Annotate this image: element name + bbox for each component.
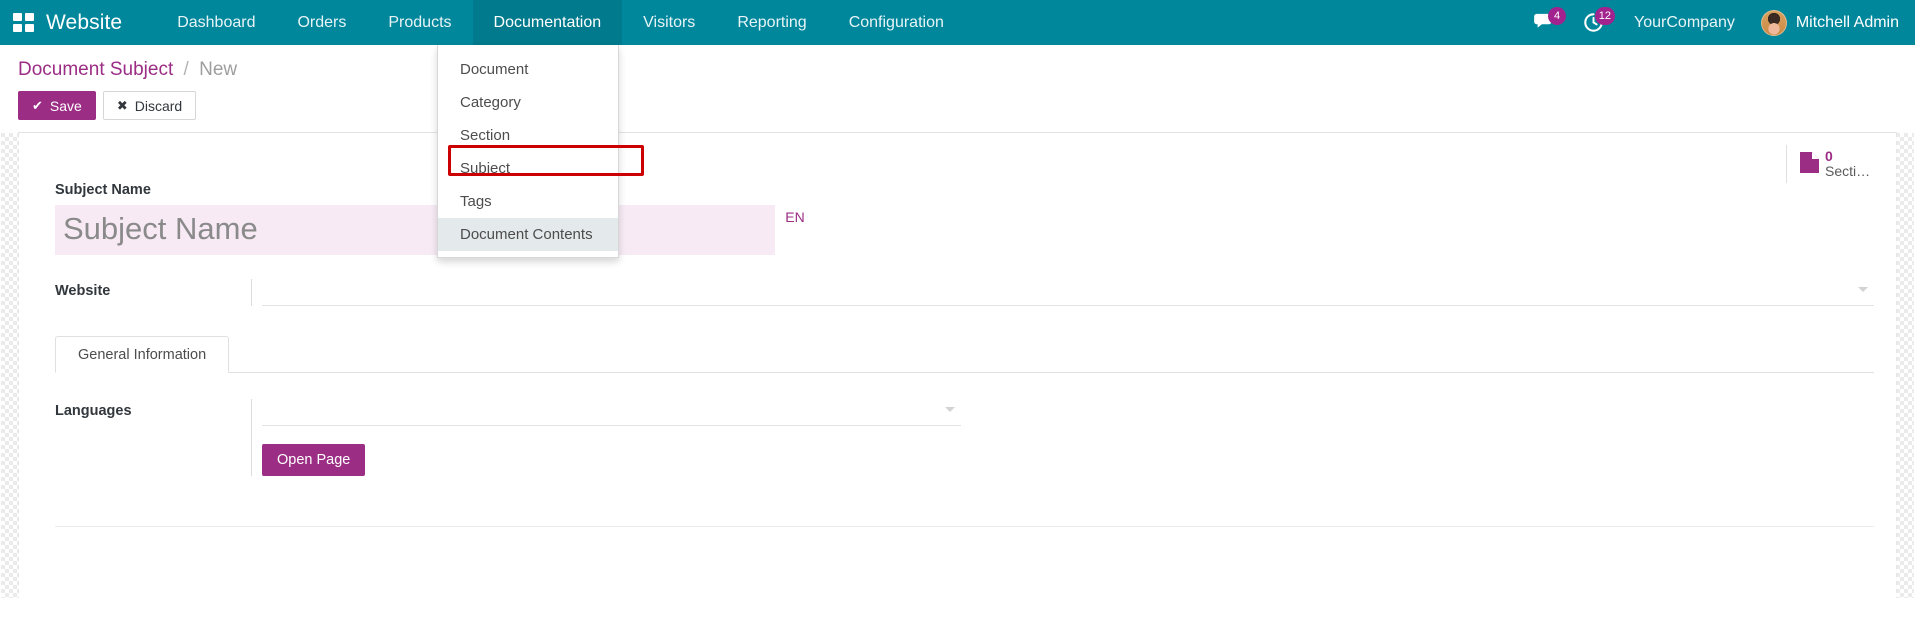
menu-item-dashboard[interactable]: Dashboard [156,0,276,45]
form-sheet: 0 Sectio... Subject Name EN Website Gene… [18,132,1897,598]
website-input[interactable] [262,279,1874,306]
open-page-button[interactable]: Open Page [262,444,365,476]
messaging-menu-button[interactable]: 4 [1520,0,1569,45]
grid-apps-icon [13,13,34,32]
menu-item-configuration[interactable]: Configuration [828,0,965,45]
tab-general-information[interactable]: General Information [55,336,229,373]
menu-item-products[interactable]: Products [367,0,472,45]
subject-name-input[interactable] [55,205,775,255]
languages-label: Languages [55,399,251,419]
documentation-dropdown-menu: Document Category Section Subject Tags D… [437,45,619,258]
form-view-area: 0 Sectio... Subject Name EN Website Gene… [0,132,1915,598]
breadcrumb-current: New [199,59,237,80]
menu-item-reporting[interactable]: Reporting [716,0,827,45]
notebook-page-general-information: Languages Open Page [55,373,1874,527]
check-icon: ✔ [32,99,43,112]
languages-input-wrap: Open Page [251,399,961,476]
menu-item-visitors[interactable]: Visitors [622,0,716,45]
messaging-counter-badge: 4 [1548,7,1566,25]
stat-button-sections[interactable]: 0 Sectio... [1786,145,1878,183]
breadcrumb: Document Subject / New [18,45,1897,85]
document-page-icon [1799,151,1820,179]
close-x-icon: ✖ [117,99,128,112]
subject-name-field: EN [55,205,815,255]
top-navbar: Website Dashboard Orders Products Docume… [0,0,1915,45]
dropdown-item-document[interactable]: Document [438,53,618,86]
website-input-wrap [251,279,1874,306]
website-field-row: Website [41,255,1874,306]
stat-button-bar: 0 Sectio... [1786,145,1878,183]
stat-button-sections-label: Sectio... [1825,164,1874,179]
user-name-label: Mitchell Admin [1796,14,1899,32]
menu-item-orders[interactable]: Orders [276,0,367,45]
dropdown-item-document-contents[interactable]: Document Contents [438,218,618,251]
dropdown-item-section[interactable]: Section [438,119,618,152]
breadcrumb-separator: / [184,59,189,80]
app-brand-name[interactable]: Website [46,11,134,35]
notebook-tabs: General Information [55,336,1874,373]
apps-menu-toggle[interactable] [0,0,46,45]
company-switcher[interactable]: YourCompany [1618,14,1751,32]
dropdown-item-subject[interactable]: Subject [438,152,618,185]
save-button[interactable]: ✔ Save [18,91,96,120]
activity-menu-button[interactable]: 12 [1569,0,1618,45]
notebook: General Information Languages Open Page [55,336,1874,527]
activity-counter-badge: 12 [1595,7,1615,25]
record-action-buttons: ✔ Save ✖ Discard [18,85,1897,132]
subject-name-label: Subject Name [55,182,1874,198]
control-panel: Document Subject / New ✔ Save ✖ Discard [0,45,1915,132]
dropdown-item-tags[interactable]: Tags [438,185,618,218]
main-menu-items: Dashboard Orders Products Documentation … [156,0,965,45]
languages-input[interactable] [262,399,961,426]
user-menu-toggle[interactable]: Mitchell Admin [1751,10,1899,36]
discard-button-label: Discard [135,98,182,114]
website-label: Website [55,279,251,299]
discard-button[interactable]: ✖ Discard [103,91,196,120]
languages-field-row: Languages Open Page [55,399,1874,476]
record-title-block: Subject Name EN [41,147,1874,255]
user-avatar [1761,10,1787,36]
breadcrumb-root[interactable]: Document Subject [18,59,173,80]
stat-button-sections-value: 0 [1825,149,1874,164]
dropdown-item-category[interactable]: Category [438,86,618,119]
translation-language-badge[interactable]: EN [775,205,815,255]
navbar-systray: 4 12 YourCompany Mitchell Admin [1520,0,1915,45]
menu-item-documentation[interactable]: Documentation [473,0,623,45]
notebook-divider [55,526,1874,527]
save-button-label: Save [50,98,82,114]
